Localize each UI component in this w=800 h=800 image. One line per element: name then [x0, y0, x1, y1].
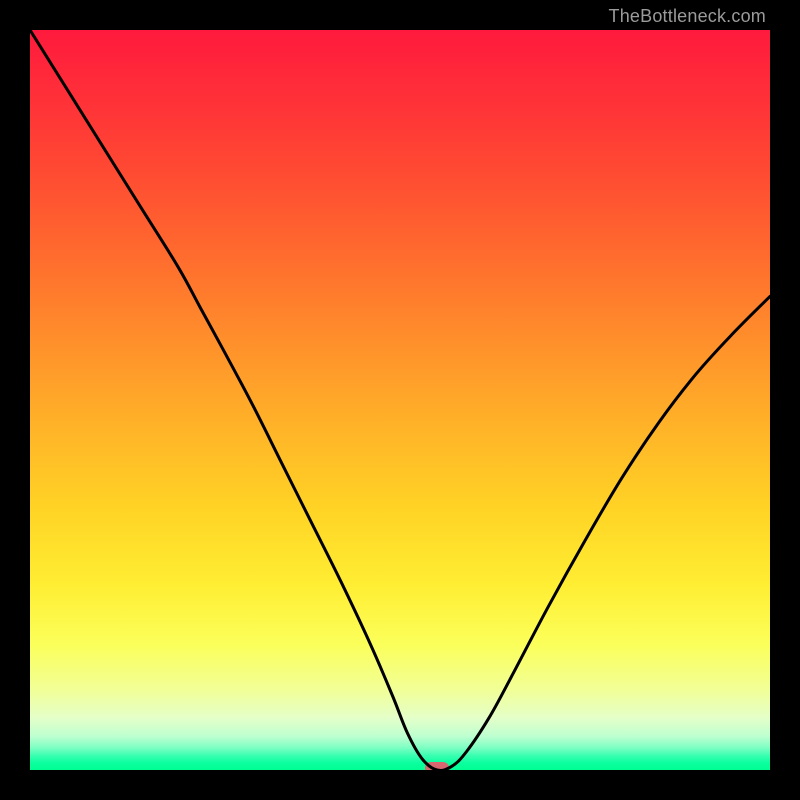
chart-frame: TheBottleneck.com: [0, 0, 800, 800]
bottleneck-curve: [30, 30, 770, 770]
plot-area: [30, 30, 770, 770]
watermark-text: TheBottleneck.com: [609, 6, 766, 27]
